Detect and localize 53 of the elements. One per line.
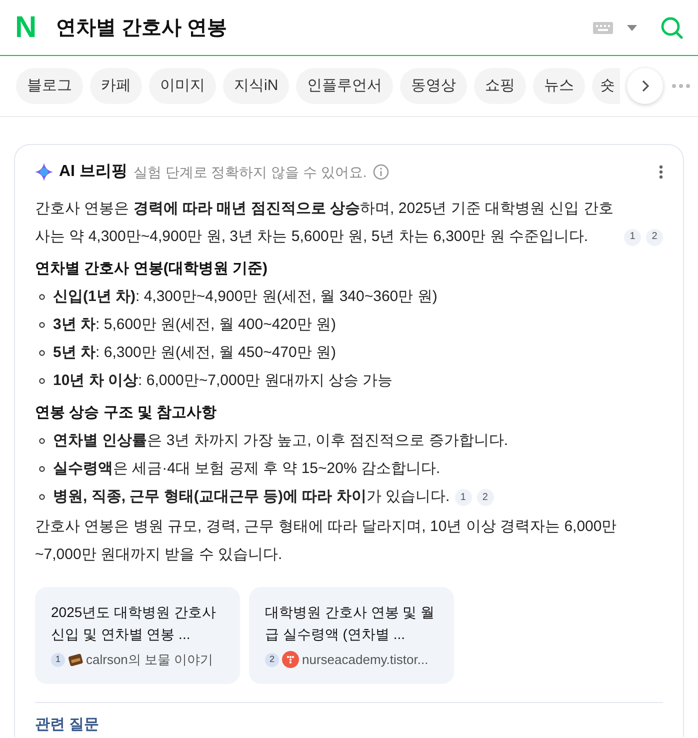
section-heading: 연봉 상승 구조 및 참고사항	[35, 403, 218, 423]
bullet-icon	[39, 350, 45, 356]
citation-badge[interactable]: 1	[624, 228, 641, 246]
category-tab[interactable]: 카페	[90, 68, 142, 104]
answer-paragraph: 간호사 연봉은 경력에 따라 매년 점진적으로 상승하며, 2025년 기준 대학병원 신입 간호사는 약 4,300만~4,900만 원, 3년 차는 5,600만 원, 5년 차는 6,300만 원 수준입니다.	[35, 199, 614, 247]
sparkle-icon	[35, 163, 53, 181]
next-button[interactable]	[627, 68, 663, 104]
search-icon[interactable]	[661, 16, 683, 38]
citation-badge[interactable]: 2	[476, 488, 494, 506]
bullet-text: 실수령액은 세금·4대 보험 공제 후 약 15~20% 감소합니다.	[53, 458, 440, 479]
category-tab[interactable]: 지식iN	[223, 68, 290, 104]
source-name: calrson의 보물 이야기	[86, 651, 214, 669]
book-icon	[68, 652, 83, 668]
keyboard-icon[interactable]	[593, 22, 613, 34]
briefing-title: AI 브리핑	[59, 162, 128, 182]
source-title: 2025년도 대학병원 간호사 신입 및 연차별 연봉 ...	[51, 603, 217, 644]
category-tab[interactable]: 이미지	[149, 68, 216, 104]
bullet-icon	[39, 438, 45, 444]
bullet-text: 10년 차 이상: 6,000만~7,000만 원대까지 상승 가능	[53, 370, 393, 391]
category-tab[interactable]: 숏	[592, 68, 620, 104]
caret-icon[interactable]	[627, 24, 637, 30]
search-query[interactable]: 연차별 간호사 연봉	[56, 12, 593, 42]
category-tab[interactable]: 뉴스	[533, 68, 586, 104]
source-card[interactable]: 2025년도 대학병원 간호사 신입 및 연차별 연봉 ... 1 calrson의 보물 이야기	[35, 587, 240, 684]
chevron-right-icon	[641, 80, 649, 92]
category-tab[interactable]: 쇼핑	[474, 68, 526, 104]
citation-badge[interactable]: 1	[454, 488, 472, 506]
source-card[interactable]: 대학병원 간호사 연봉 및 월급 실수령액 (연차별 ... 2 nurseacademy.tistor...	[249, 587, 454, 684]
bullet-text: 3년 차: 5,600만 원(세전, 월 400~420만 원)	[53, 314, 336, 335]
bullet-icon	[39, 322, 45, 328]
bullet-icon	[39, 494, 45, 500]
related-questions-heading: 관련 질문	[35, 715, 100, 735]
section-heading: 연차별 간호사 연봉(대학병원 기준)	[35, 259, 268, 279]
bullet-icon	[39, 466, 45, 472]
answer-paragraph: 간호사 연봉은 병원 규모, 경력, 근무 형태에 따라 달라지며, 10년 이상 경력자는 6,000만~7,000만 원대까지 받을 수 있습니다.	[35, 517, 618, 565]
citation-badge: 2	[265, 652, 279, 667]
citation-badge[interactable]: 2	[646, 228, 663, 246]
bullet-icon	[39, 378, 45, 384]
bullet-icon	[39, 294, 45, 300]
category-tab[interactable]: 동영상	[400, 68, 468, 104]
blog-avatar-icon	[282, 651, 299, 668]
category-tab[interactable]: 블로그	[16, 68, 83, 104]
source-name: nurseacademy.tistor...	[302, 651, 428, 669]
disclaimer-text: 실험 단계로 정확하지 않을 수 있어요.	[133, 162, 367, 182]
info-icon[interactable]	[372, 164, 389, 180]
citation-badge: 1	[51, 652, 65, 667]
bullet-text: 연차별 인상률은 3년 차까지 가장 높고, 이후 점진적으로 증가합니다.	[53, 430, 508, 451]
category-tab[interactable]: 인플루언서	[296, 68, 394, 104]
bullet-text: 신입(1년 차): 4,300만~4,900만 원(세전, 월 340~360만 원)	[53, 286, 438, 307]
bullet-text: 병원, 직종, 근무 형태(교대근무 등)에 따라 차이가 있습니다.	[53, 486, 450, 507]
bullet-text: 5년 차: 6,300만 원(세전, 월 450~470만 원)	[53, 342, 336, 363]
more-icon[interactable]	[659, 165, 663, 179]
source-title: 대학병원 간호사 연봉 및 월급 실수령액 (연차별 ...	[265, 603, 436, 644]
